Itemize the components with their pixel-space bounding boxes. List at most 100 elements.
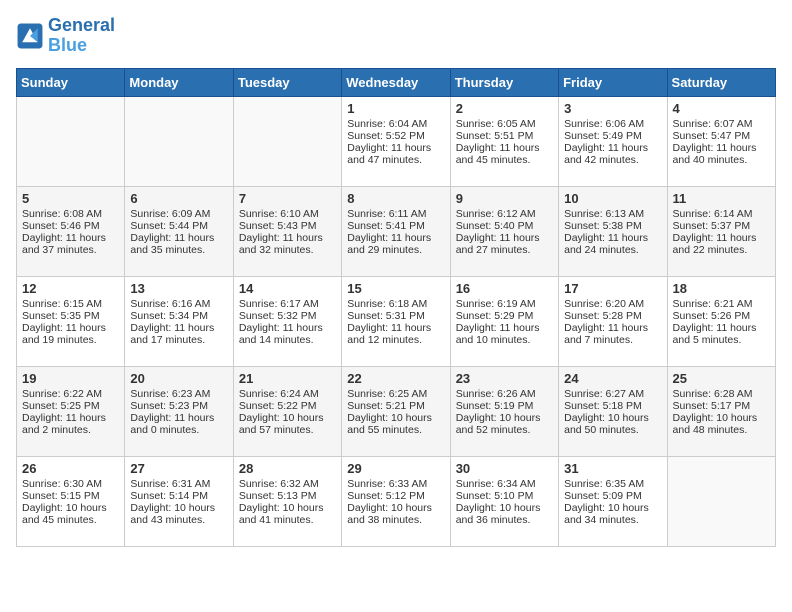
day-info: Sunset: 5:09 PM	[564, 490, 661, 502]
calendar-cell: 4Sunrise: 6:07 AMSunset: 5:47 PMDaylight…	[667, 96, 775, 186]
day-info: Sunrise: 6:30 AM	[22, 478, 119, 490]
day-info: Daylight: 10 hours and 50 minutes.	[564, 412, 661, 436]
day-info: Sunset: 5:29 PM	[456, 310, 553, 322]
day-info: Sunrise: 6:31 AM	[130, 478, 227, 490]
day-info: Sunrise: 6:32 AM	[239, 478, 336, 490]
calendar-cell: 18Sunrise: 6:21 AMSunset: 5:26 PMDayligh…	[667, 276, 775, 366]
day-info: Sunset: 5:43 PM	[239, 220, 336, 232]
day-info: Sunrise: 6:25 AM	[347, 388, 444, 400]
day-number: 21	[239, 371, 336, 386]
day-number: 31	[564, 461, 661, 476]
weekday-header-cell: Friday	[559, 68, 667, 96]
day-number: 5	[22, 191, 119, 206]
day-info: Sunset: 5:46 PM	[22, 220, 119, 232]
day-info: Sunset: 5:31 PM	[347, 310, 444, 322]
day-info: Daylight: 11 hours and 47 minutes.	[347, 142, 444, 166]
calendar-cell: 20Sunrise: 6:23 AMSunset: 5:23 PMDayligh…	[125, 366, 233, 456]
calendar-cell: 13Sunrise: 6:16 AMSunset: 5:34 PMDayligh…	[125, 276, 233, 366]
weekday-header-cell: Sunday	[17, 68, 125, 96]
calendar-table: SundayMondayTuesdayWednesdayThursdayFrid…	[16, 68, 776, 547]
day-number: 26	[22, 461, 119, 476]
day-number: 1	[347, 101, 444, 116]
logo-icon	[16, 22, 44, 50]
calendar-week-row: 26 Sunrise: 6:30 AMSunset: 5:15 PM Dayligh…	[17, 456, 776, 546]
day-info: Daylight: 11 hours and 24 minutes.	[564, 232, 661, 256]
calendar-cell: 19Sunrise: 6:22 AMSunset: 5:25 PMDayligh…	[17, 366, 125, 456]
day-info: Daylight: 11 hours and 10 minutes.	[456, 322, 553, 346]
calendar-cell: 25Sunrise: 6:28 AMSunset: 5:17 PMDayligh…	[667, 366, 775, 456]
calendar-week-row: 5 Sunrise: 6:08 AMSunset: 5:46 PM Daylight…	[17, 186, 776, 276]
day-number: 25	[673, 371, 770, 386]
day-info: Daylight: 10 hours and 55 minutes.	[347, 412, 444, 436]
day-number: 23	[456, 371, 553, 386]
day-number: 22	[347, 371, 444, 386]
day-info: Daylight: 10 hours and 48 minutes.	[673, 412, 770, 436]
day-info: Sunrise: 6:24 AM	[239, 388, 336, 400]
day-info: Daylight: 10 hours and 41 minutes.	[239, 502, 336, 526]
calendar-cell: 16Sunrise: 6:19 AMSunset: 5:29 PMDayligh…	[450, 276, 558, 366]
day-info: Sunset: 5:22 PM	[239, 400, 336, 412]
day-info: Sunrise: 6:27 AM	[564, 388, 661, 400]
calendar-cell: 26Sunrise: 6:30 AMSunset: 5:15 PMDayligh…	[17, 456, 125, 546]
calendar-cell: 8Sunrise: 6:11 AMSunset: 5:41 PMDaylight…	[342, 186, 450, 276]
day-number: 30	[456, 461, 553, 476]
weekday-header-row: SundayMondayTuesdayWednesdayThursdayFrid…	[17, 68, 776, 96]
calendar-cell: 2 Sunrise: 6:05 AMSunset: 5:51 PMDaylight…	[450, 96, 558, 186]
day-number: 4	[673, 101, 770, 116]
day-info: Sunset: 5:25 PM	[22, 400, 119, 412]
day-info: Daylight: 10 hours and 34 minutes.	[564, 502, 661, 526]
weekday-header-cell: Thursday	[450, 68, 558, 96]
day-info: Sunset: 5:19 PM	[456, 400, 553, 412]
calendar-cell: 27Sunrise: 6:31 AMSunset: 5:14 PMDayligh…	[125, 456, 233, 546]
calendar-cell	[125, 96, 233, 186]
logo-text: General Blue	[48, 16, 115, 56]
day-info: Sunset: 5:40 PM	[456, 220, 553, 232]
day-number: 15	[347, 281, 444, 296]
calendar-cell: 5Sunrise: 6:08 AMSunset: 5:46 PMDaylight…	[17, 186, 125, 276]
day-info: Daylight: 11 hours and 45 minutes.	[456, 142, 553, 166]
day-info: Sunrise: 6:28 AM	[673, 388, 770, 400]
day-info: Daylight: 11 hours and 5 minutes.	[673, 322, 770, 346]
day-info: Daylight: 11 hours and 35 minutes.	[130, 232, 227, 256]
day-info: Daylight: 11 hours and 27 minutes.	[456, 232, 553, 256]
day-number: 11	[673, 191, 770, 206]
day-number: 18	[673, 281, 770, 296]
day-info: Sunrise: 6:12 AM	[456, 208, 553, 220]
day-info: Sunset: 5:41 PM	[347, 220, 444, 232]
day-info: Sunrise: 6:26 AM	[456, 388, 553, 400]
day-info: Sunset: 5:28 PM	[564, 310, 661, 322]
day-number: 8	[347, 191, 444, 206]
day-info: Sunset: 5:12 PM	[347, 490, 444, 502]
day-info: Sunset: 5:18 PM	[564, 400, 661, 412]
day-number: 2	[456, 101, 553, 116]
day-info: Daylight: 11 hours and 32 minutes.	[239, 232, 336, 256]
day-info: Sunrise: 6:05 AM	[456, 118, 553, 130]
day-info: Sunset: 5:51 PM	[456, 130, 553, 142]
day-info: Sunrise: 6:08 AM	[22, 208, 119, 220]
weekday-header-cell: Saturday	[667, 68, 775, 96]
day-info: Sunset: 5:15 PM	[22, 490, 119, 502]
day-info: Sunset: 5:52 PM	[347, 130, 444, 142]
calendar-cell: 12Sunrise: 6:15 AMSunset: 5:35 PMDayligh…	[17, 276, 125, 366]
day-number: 27	[130, 461, 227, 476]
day-info: Daylight: 10 hours and 52 minutes.	[456, 412, 553, 436]
day-info: Daylight: 11 hours and 42 minutes.	[564, 142, 661, 166]
day-info: Sunrise: 6:16 AM	[130, 298, 227, 310]
day-info: Sunrise: 6:23 AM	[130, 388, 227, 400]
logo: General Blue	[16, 16, 115, 56]
day-info: Sunrise: 6:21 AM	[673, 298, 770, 310]
day-number: 17	[564, 281, 661, 296]
weekday-header-cell: Wednesday	[342, 68, 450, 96]
day-info: Sunset: 5:10 PM	[456, 490, 553, 502]
day-info: Daylight: 10 hours and 38 minutes.	[347, 502, 444, 526]
calendar-cell	[667, 456, 775, 546]
day-info: Sunrise: 6:07 AM	[673, 118, 770, 130]
calendar-cell: 23 Sunrise: 6:26 AMSunset: 5:19 PMDayligh…	[450, 366, 558, 456]
calendar-cell: 30Sunrise: 6:34 AMSunset: 5:10 PMDayligh…	[450, 456, 558, 546]
calendar-week-row: 12Sunrise: 6:15 AMSunset: 5:35 PMDayligh…	[17, 276, 776, 366]
day-info: Sunrise: 6:04 AM	[347, 118, 444, 130]
calendar-cell: 28Sunrise: 6:32 AMSunset: 5:13 PMDayligh…	[233, 456, 341, 546]
calendar-cell: 22Sunrise: 6:25 AMSunset: 5:21 PMDayligh…	[342, 366, 450, 456]
calendar-cell	[17, 96, 125, 186]
day-number: 3	[564, 101, 661, 116]
